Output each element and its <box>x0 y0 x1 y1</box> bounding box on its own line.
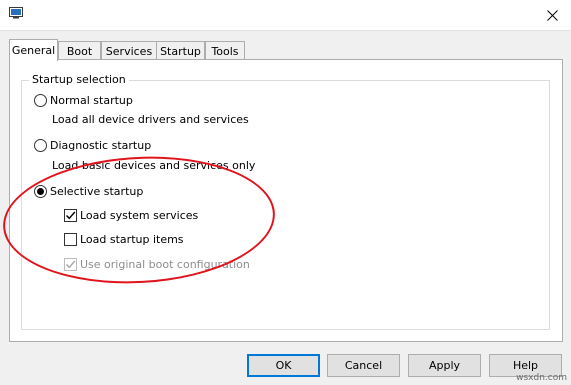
tab-services[interactable]: Services <box>101 41 157 60</box>
diagnostic-startup-description: Load basic devices and services only <box>52 159 256 172</box>
tab-general-label: General <box>11 44 56 57</box>
normal-startup-radio[interactable]: Normal startup <box>34 94 133 107</box>
diagnostic-startup-radio[interactable]: Diagnostic startup <box>34 139 151 152</box>
group-title: Startup selection <box>29 73 129 86</box>
tab-services-label: Services <box>105 44 153 58</box>
diagnostic-startup-label: Diagnostic startup <box>50 139 152 152</box>
radio-button-icon <box>34 139 47 152</box>
tab-tools[interactable]: Tools <box>205 41 245 60</box>
close-icon <box>546 10 558 21</box>
load-system-services-label: Load system services <box>80 209 199 222</box>
checkbox-checked-icon <box>64 209 77 222</box>
watermark: wsxdn.com <box>516 373 567 383</box>
general-tab-panel: Startup selection Normal startup Load al… <box>9 59 563 342</box>
radio-button-selected-icon <box>34 185 47 198</box>
apply-button-label: Apply <box>428 359 461 372</box>
selective-startup-radio[interactable]: Selective startup <box>34 185 143 198</box>
close-button[interactable] <box>533 0 571 31</box>
use-original-boot-configuration-label: Use original boot configuration <box>80 258 250 271</box>
ok-button[interactable]: OK <box>247 354 320 377</box>
system-configuration-icon <box>9 7 23 19</box>
checkbox-unchecked-icon <box>64 233 77 246</box>
load-system-services-checkbox[interactable]: Load system services <box>64 209 198 222</box>
normal-startup-label: Normal startup <box>50 94 133 107</box>
ok-button-label: OK <box>275 359 292 372</box>
tab-boot[interactable]: Boot <box>58 41 101 60</box>
cancel-button-label: Cancel <box>344 359 383 372</box>
load-startup-items-checkbox[interactable]: Load startup items <box>64 233 184 246</box>
cancel-button[interactable]: Cancel <box>327 354 400 377</box>
checkbox-checked-disabled-icon <box>64 258 77 271</box>
use-original-boot-configuration-checkbox: Use original boot configuration <box>64 258 250 271</box>
help-button-label: Help <box>512 359 539 372</box>
apply-button[interactable]: Apply <box>408 354 481 377</box>
tab-startup-label: Startup <box>160 44 201 58</box>
selective-startup-label: Selective startup <box>50 185 144 198</box>
tab-startup[interactable]: Startup <box>156 41 205 60</box>
tab-tools-label: Tools <box>211 44 239 58</box>
tab-boot-label: Boot <box>66 44 93 58</box>
title-bar <box>0 0 571 31</box>
normal-startup-description: Load all device drivers and services <box>52 113 249 126</box>
tab-general[interactable]: General <box>9 39 58 61</box>
load-startup-items-label: Load startup items <box>80 233 184 246</box>
radio-button-icon <box>34 94 47 107</box>
